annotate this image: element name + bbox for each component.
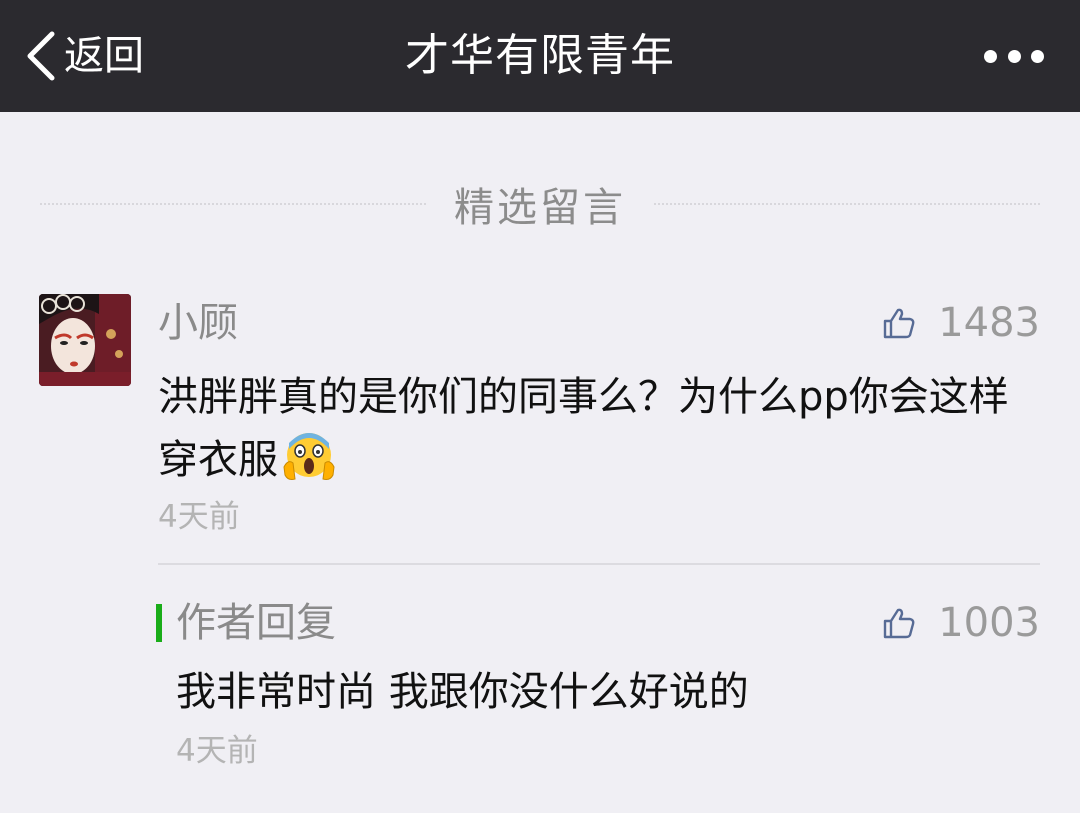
author-reply-label: 作者回复 [176,600,336,646]
comment-divider [158,563,1040,565]
reply-text: 我非常时尚 我跟你没什么好说的 [176,669,749,715]
reply-accent-bar [156,604,162,642]
navbar: 返回 才华有限青年 [0,0,1080,112]
comment-text: 洪胖胖真的是你们的同事么？为什么pp你会这样穿衣服 [158,366,1038,492]
page-title: 才华有限青年 [405,30,675,81]
section-divider-right [654,203,1040,205]
reply-time: 4天前 [176,733,258,769]
comment-author[interactable]: 小顾 [158,297,238,349]
thumbs-up-icon [882,306,938,340]
thumbs-up-icon [882,606,938,640]
section-title: 精选留言 [454,185,626,231]
section-divider-left [40,203,426,205]
reply-like-button[interactable]: 1003 [882,597,1040,649]
screaming-face-emoji [282,429,336,483]
section-header: 精选留言 [40,172,1040,236]
comment-time: 4天前 [158,499,240,535]
avatar[interactable] [39,294,131,386]
comment-like-button[interactable]: 1483 [882,297,1040,349]
comment-like-count: 1483 [938,300,1040,346]
reply-like-count: 1003 [938,600,1040,646]
more-dots-icon[interactable] [984,40,1044,72]
